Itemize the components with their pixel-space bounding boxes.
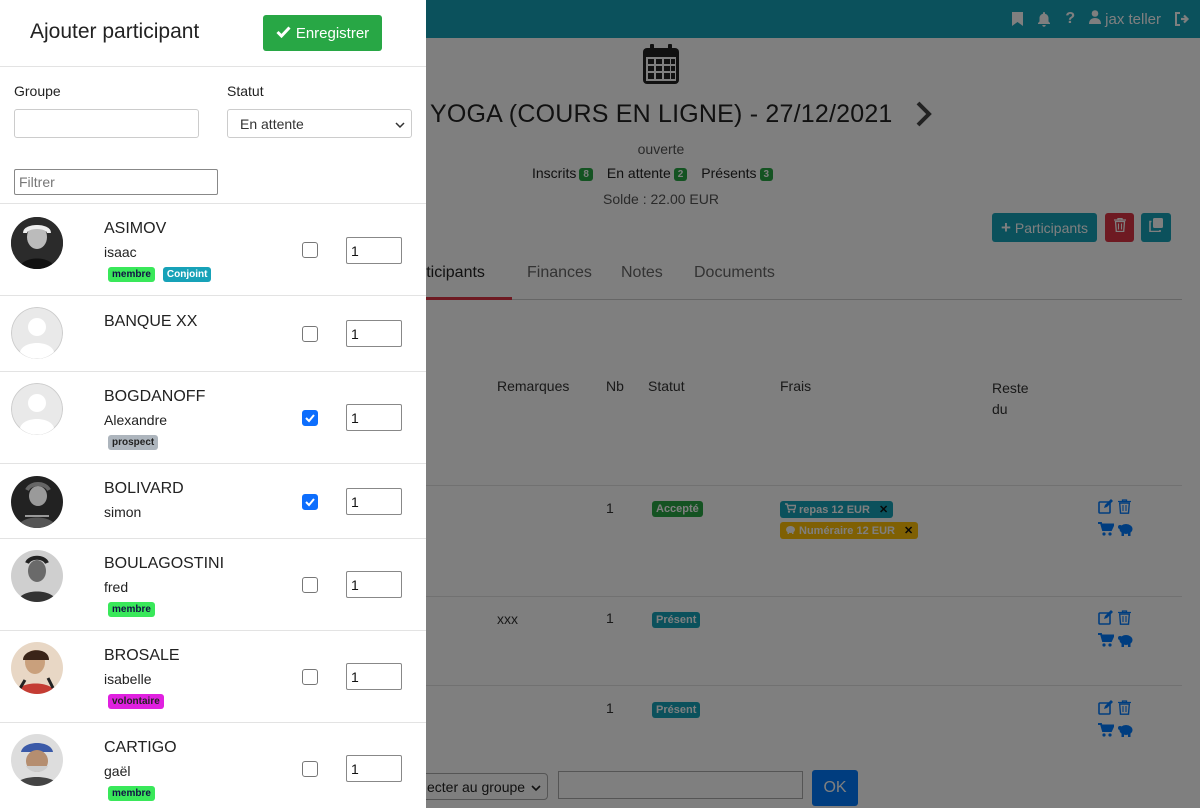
tag-badge: membre [108,602,155,617]
select-checkbox[interactable] [302,577,318,593]
quantity-input[interactable]: 1 [346,404,402,431]
avatar [11,217,63,269]
select-checkbox[interactable] [302,242,318,258]
participant-first-name: gaël [104,763,131,779]
check-icon [276,25,291,42]
participant-tags: membre [108,786,155,801]
participant-row: ASIMOV isaac membre Conjoint 1 [0,204,426,296]
participant-tags: membre [108,602,155,617]
avatar-placeholder-icon [11,383,63,435]
avatar [11,476,63,528]
filter-input[interactable]: Filtrer [14,169,218,195]
participant-tags: prospect [108,435,159,450]
add-participant-panel: Ajouter participant Enregistrer Groupe S… [0,0,426,808]
quantity-input[interactable]: 1 [346,320,402,347]
group-input[interactable] [14,109,199,138]
participant-tags: volontaire [108,694,164,709]
avatar-placeholder-icon [11,307,63,359]
group-label: Groupe [14,83,61,99]
participant-last-name: BANQUE XX [104,313,198,330]
participant-last-name: BOGDANOFF [104,388,206,405]
tag-badge: membre [108,267,155,282]
select-checkbox[interactable] [302,494,318,510]
participant-last-name: ASIMOV [104,220,167,237]
participant-row: BOGDANOFF Alexandre prospect 1 [0,372,426,464]
status-label: Statut [227,83,264,99]
status-select[interactable]: En attente [227,109,412,138]
select-checkbox[interactable] [302,410,318,426]
participant-row: CARTIGO gaël membre 1 [0,723,426,808]
panel-title: Ajouter participant [30,20,200,43]
participant-last-name: BOLIVARD [104,480,184,497]
participant-row: BOLIVARD simon 1 [0,464,426,539]
participant-row: BROSALE isabelle volontaire 1 [0,631,426,723]
select-checkbox[interactable] [302,326,318,342]
quantity-input[interactable]: 1 [346,237,402,264]
tag-badge: membre [108,786,155,801]
chevron-down-icon [395,116,405,132]
participant-first-name: simon [104,504,142,520]
tag-badge: prospect [108,435,159,450]
participant-first-name: Alexandre [104,412,168,428]
quantity-input[interactable]: 1 [346,488,402,515]
participant-last-name: BROSALE [104,647,180,664]
tag-badge: volontaire [108,694,164,709]
save-button[interactable]: Enregistrer [263,15,382,51]
tag-badge: Conjoint [162,267,212,282]
quantity-input[interactable]: 1 [346,663,402,690]
avatar [11,550,63,602]
participant-row: BOULAGOSTINI fred membre 1 [0,539,426,631]
participant-last-name: BOULAGOSTINI [104,555,225,572]
panel-header: Ajouter participant Enregistrer [0,0,426,67]
participant-row: BANQUE XX 1 [0,296,426,372]
participant-first-name: isabelle [104,671,152,687]
quantity-input[interactable]: 1 [346,571,402,598]
participant-last-name: CARTIGO [104,739,177,756]
select-checkbox[interactable] [302,669,318,685]
quantity-input[interactable]: 1 [346,755,402,782]
select-checkbox[interactable] [302,761,318,777]
participant-first-name: fred [104,579,129,595]
avatar [11,734,63,786]
participant-tags: membre Conjoint [108,267,212,282]
participant-first-name: isaac [104,244,137,260]
avatar [11,642,63,694]
